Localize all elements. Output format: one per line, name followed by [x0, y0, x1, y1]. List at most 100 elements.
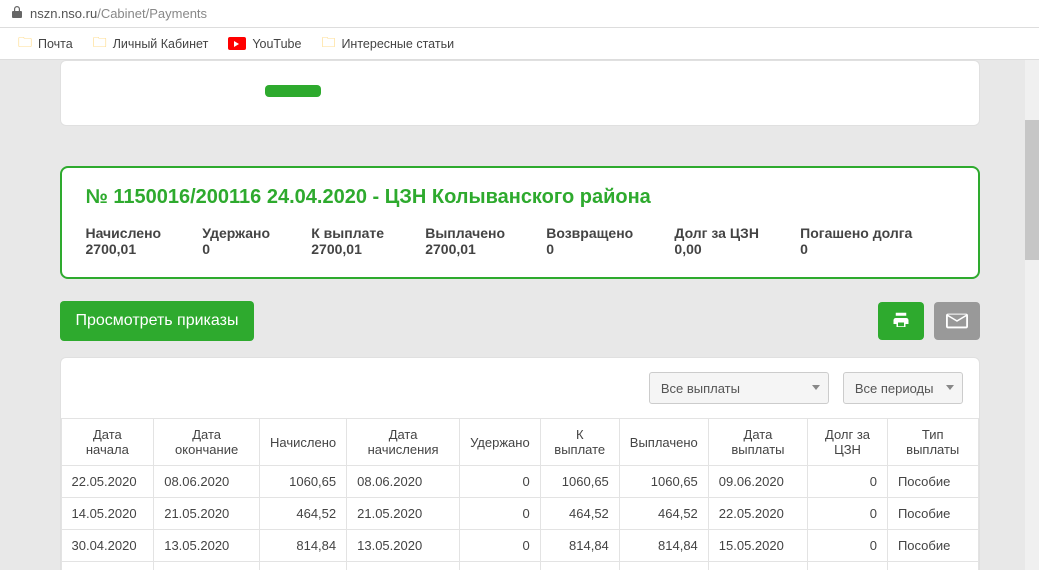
table-cell: 464,52 [540, 498, 619, 530]
printer-icon [891, 312, 911, 330]
col-type: Тип выплаты [887, 419, 978, 466]
view-orders-button[interactable]: Просмотреть приказы [60, 301, 255, 341]
print-button[interactable] [878, 302, 924, 340]
scrollbar-thumb[interactable] [1025, 120, 1039, 260]
summary-value: 2700,01 [425, 241, 546, 257]
summary-col-repaid: Погашено долга 0 [800, 225, 953, 257]
folder-icon: 🗀 [321, 32, 335, 56]
table-cell: 13.05.2020 [347, 530, 460, 562]
bookmark-mail[interactable]: 🗀 Почта [18, 32, 73, 56]
col-accrued: Начислено [260, 419, 347, 466]
table-cell: Пособие [887, 466, 978, 498]
summary-col-debt: Долг за ЦЗН 0,00 [674, 225, 800, 257]
table-cell: 13.05.2020 [154, 530, 260, 562]
table-cell: 29.04.2020 [347, 562, 460, 570]
partial-button[interactable] [265, 85, 321, 97]
table-cell: 15.05.2020 [708, 530, 807, 562]
previous-card-partial [60, 60, 980, 126]
bookmark-label: YouTube [252, 37, 301, 51]
summary-label: Выплачено [425, 225, 546, 241]
filter-periods-dropdown[interactable]: Все периоды [843, 372, 963, 404]
bookmark-label: Почта [38, 37, 73, 51]
summary-label: Погашено долга [800, 225, 953, 241]
url-text: nszn.nso.ru/Cabinet/Payments [30, 6, 207, 21]
table-cell: 464,52 [260, 498, 347, 530]
summary-card: № 1150016/200116 24.04.2020 - ЦЗН Колыва… [60, 166, 980, 279]
lock-icon [12, 6, 22, 21]
summary-value: 2700,01 [86, 241, 203, 257]
dropdown-label: Все выплаты [661, 381, 740, 396]
table-cell: 22.05.2020 [708, 498, 807, 530]
dropdown-label: Все периоды [855, 381, 934, 396]
table-cell: 814,84 [540, 530, 619, 562]
bookmark-cabinet[interactable]: 🗀 Личный Кабинет [93, 32, 209, 56]
table-cell: 0 [808, 466, 888, 498]
bookmark-label: Интересные статьи [341, 37, 454, 51]
table-cell: 360,00 [619, 562, 708, 570]
table-cell: 21.05.2020 [154, 498, 260, 530]
chevron-down-icon [946, 385, 954, 390]
table-cell: 360,00 [540, 562, 619, 570]
summary-title: № 1150016/200116 24.04.2020 - ЦЗН Колыва… [86, 186, 954, 209]
bookmark-label: Личный Кабинет [113, 37, 209, 51]
col-start-date: Дата начала [61, 419, 154, 466]
table-row: 14.05.202021.05.2020464,5221.05.20200464… [61, 498, 978, 530]
table-cell: 0 [460, 498, 541, 530]
table-cell: 0 [460, 466, 541, 498]
table-cell: 30.04.2020 [708, 562, 807, 570]
payments-card: Все выплаты Все периоды Дата начала Дата… [60, 357, 980, 570]
table-row: 30.04.202013.05.2020814,8413.05.20200814… [61, 530, 978, 562]
filter-row: Все выплаты Все периоды [61, 358, 979, 418]
table-cell: 814,84 [619, 530, 708, 562]
col-end-date: Дата окончание [154, 419, 260, 466]
table-cell: 08.06.2020 [347, 466, 460, 498]
folder-icon: 🗀 [18, 32, 32, 56]
table-cell: Пособие [887, 562, 978, 570]
summary-col-paid: Выплачено 2700,01 [425, 225, 546, 257]
table-cell: 814,84 [260, 530, 347, 562]
col-paid: Выплачено [619, 419, 708, 466]
summary-value: 0 [800, 241, 953, 257]
summary-label: Удержано [202, 225, 311, 241]
summary-col-returned: Возвращено 0 [546, 225, 674, 257]
table-cell: 0 [808, 498, 888, 530]
table-row: 22.05.202008.06.20201060,6508.06.2020010… [61, 466, 978, 498]
summary-col-withheld: Удержано 0 [202, 225, 311, 257]
summary-label: Возвращено [546, 225, 674, 241]
table-cell: 22.05.2020 [61, 466, 154, 498]
table-cell: 464,52 [619, 498, 708, 530]
col-debt: Долг за ЦЗН [808, 419, 888, 466]
table-cell: 1060,65 [260, 466, 347, 498]
vertical-scrollbar[interactable] [1025, 60, 1039, 570]
payments-table: Дата начала Дата окончание Начислено Дат… [61, 418, 979, 570]
bookmark-articles[interactable]: 🗀 Интересные статьи [321, 32, 454, 56]
table-cell: 30.04.2020 [61, 530, 154, 562]
summary-value: 0 [546, 241, 674, 257]
envelope-icon [946, 313, 968, 329]
table-cell: Пособие [887, 498, 978, 530]
table-cell: 360,00 [260, 562, 347, 570]
table-cell: 21.05.2020 [347, 498, 460, 530]
bookmark-youtube[interactable]: YouTube [228, 37, 301, 51]
summary-col-accrued: Начислено 2700,01 [86, 225, 203, 257]
table-cell: 1060,65 [619, 466, 708, 498]
table-cell: 09.06.2020 [708, 466, 807, 498]
youtube-icon [228, 37, 246, 50]
actions-row: Просмотреть приказы [60, 301, 980, 341]
table-cell: 14.05.2020 [61, 498, 154, 530]
email-button[interactable] [934, 302, 980, 340]
summary-value: 0,00 [674, 241, 800, 257]
address-bar[interactable]: nszn.nso.ru/Cabinet/Payments [0, 0, 1039, 28]
col-withheld: Удержано [460, 419, 541, 466]
summary-label: К выплате [311, 225, 425, 241]
summary-value: 2700,01 [311, 241, 425, 257]
col-accrual-date: Дата начисления [347, 419, 460, 466]
table-cell: 29.04.2020 [154, 562, 260, 570]
table-cell: 0 [460, 530, 541, 562]
table-cell: 0 [460, 562, 541, 570]
table-cell: 0 [808, 562, 888, 570]
filter-payments-dropdown[interactable]: Все выплаты [649, 372, 829, 404]
table-cell: Пособие [887, 530, 978, 562]
table-cell: 0 [808, 530, 888, 562]
col-topay: К выплате [540, 419, 619, 466]
